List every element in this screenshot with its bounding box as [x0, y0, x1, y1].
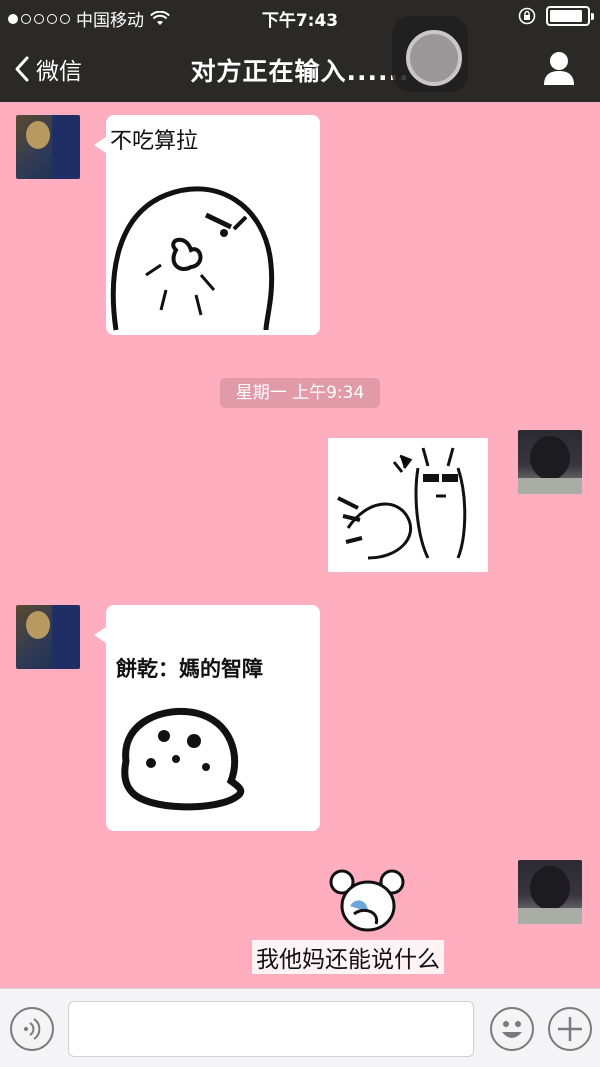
- contact-avatar[interactable]: [16, 605, 80, 669]
- sticker-caption: 餅乾：媽的智障: [116, 657, 263, 681]
- my-avatar[interactable]: [518, 430, 582, 494]
- timestamp: 星期一 上午9:34: [220, 378, 380, 408]
- status-time: 下午7:43: [261, 11, 339, 31]
- profile-icon[interactable]: [542, 50, 576, 86]
- plus-button[interactable]: [548, 1007, 592, 1051]
- chat-title: 对方正在输入......: [190, 57, 410, 86]
- avatar-image: [26, 605, 80, 669]
- voice-button[interactable]: [10, 1007, 54, 1051]
- emoji-icon: [502, 1021, 522, 1038]
- avatar-image: [518, 436, 582, 494]
- sticker-caption: 我他妈还能说什么: [252, 940, 444, 974]
- cat-sticker[interactable]: [328, 438, 488, 572]
- battery-icon: [546, 6, 594, 26]
- rotation-lock-icon: [518, 7, 536, 25]
- input-bar: [0, 988, 600, 1067]
- plus-icon: [558, 1017, 582, 1041]
- sticker-caption: 不吃算拉: [110, 129, 199, 154]
- sticker-image: [110, 186, 275, 331]
- mouse-sticker[interactable]: 我他妈还能说什么: [248, 866, 488, 976]
- assistive-touch-button[interactable]: [392, 16, 468, 92]
- avatar-image: [518, 866, 582, 924]
- my-avatar[interactable]: [518, 860, 582, 924]
- status-right: [518, 6, 594, 26]
- avatar-image: [26, 115, 80, 179]
- message-bubble[interactable]: 不吃算拉: [94, 115, 320, 335]
- nav-bar: 微信 对方正在输入......: [0, 34, 600, 102]
- voice-icon: [24, 1018, 41, 1040]
- emoji-button[interactable]: [490, 1007, 534, 1051]
- contact-avatar[interactable]: [16, 115, 80, 179]
- sticker-image: [121, 707, 245, 811]
- sticker-image: [329, 869, 405, 932]
- message-bubble[interactable]: 餅乾：媽的智障: [94, 605, 320, 831]
- message-input[interactable]: [68, 1001, 474, 1057]
- status-bar: 中国移动 下午7:43: [0, 0, 600, 34]
